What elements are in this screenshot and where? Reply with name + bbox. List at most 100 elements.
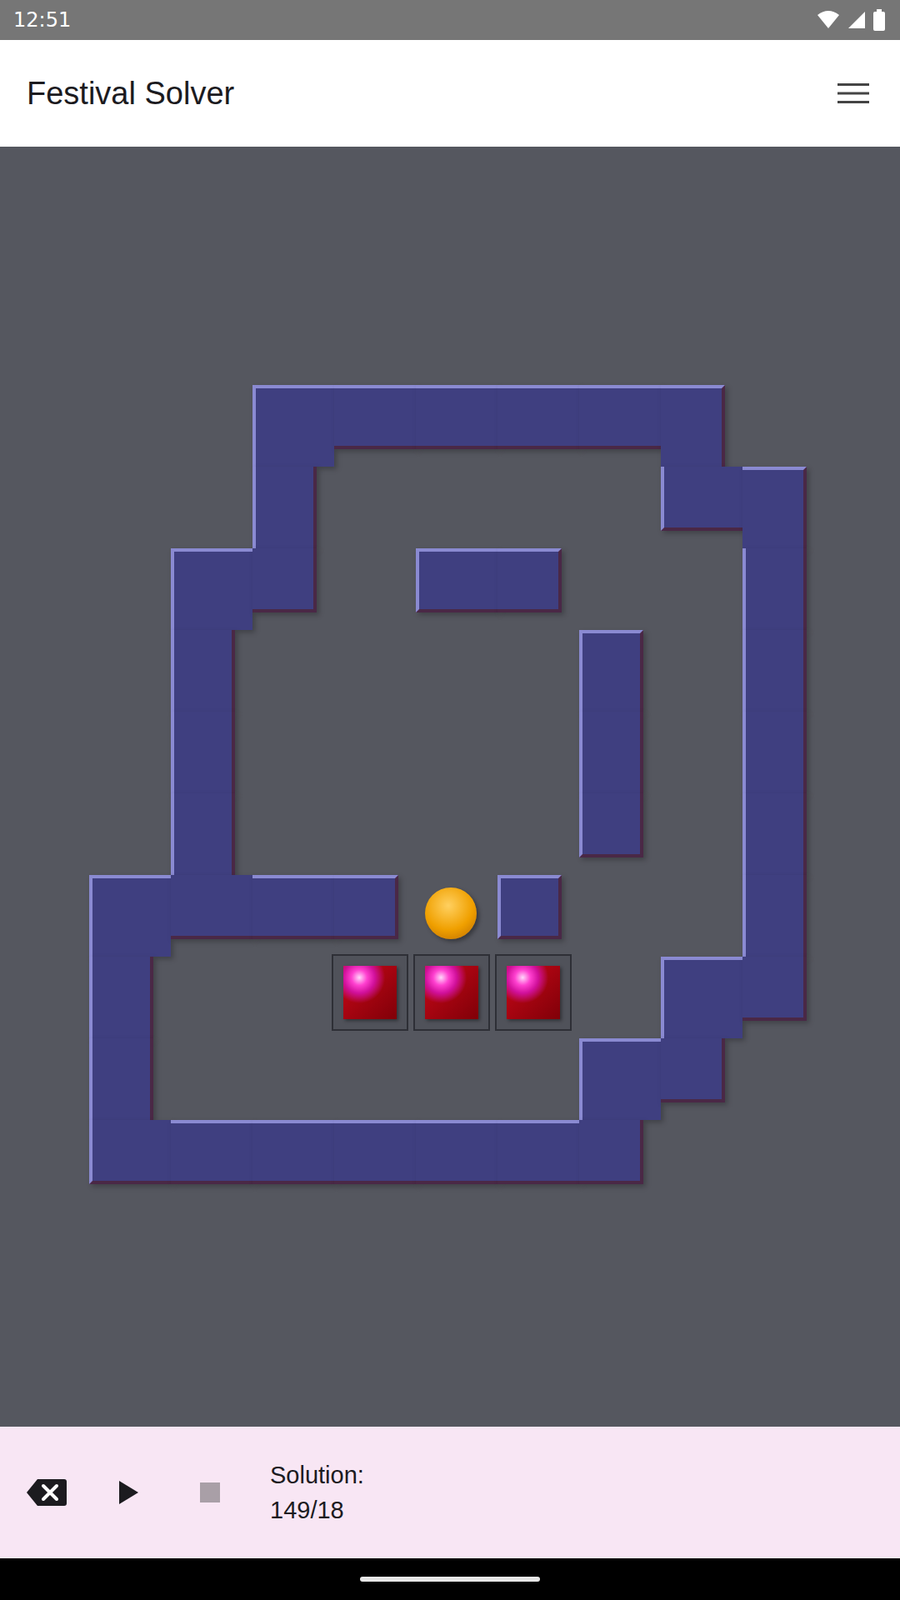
- board-cell: [740, 872, 822, 955]
- wall: [742, 875, 807, 957]
- board-cell: [86, 627, 169, 710]
- board-cell: [168, 790, 250, 873]
- wall: [252, 466, 317, 549]
- board-cell: [576, 872, 659, 955]
- box[interactable]: [343, 965, 397, 1020]
- board-cell: [495, 464, 577, 546]
- board-cell: [576, 545, 659, 628]
- board-cell: [168, 382, 250, 465]
- board-cell: [740, 545, 822, 628]
- board-cell: [331, 954, 414, 1036]
- board-cell: [495, 545, 577, 628]
- wall: [334, 1120, 416, 1185]
- wall: [170, 548, 253, 630]
- wall: [334, 385, 416, 450]
- wall: [170, 630, 235, 712]
- board-cell: [576, 790, 659, 873]
- screen: 12:51 Festival Solver Solution:149/18: [0, 0, 900, 1600]
- board-cell: [658, 464, 740, 546]
- board-cell: [5, 1117, 87, 1200]
- board-cell: [168, 954, 250, 1036]
- wall: [89, 875, 171, 957]
- status-bar: 12:51: [0, 0, 900, 40]
- wall: [497, 875, 562, 940]
- wall: [170, 793, 235, 875]
- board-cell: [413, 545, 495, 628]
- board-cell: [658, 627, 740, 710]
- board-cell: [413, 1035, 495, 1118]
- solution-value: 149/18: [270, 1492, 365, 1528]
- wall: [660, 385, 725, 467]
- wall: [89, 1038, 154, 1120]
- wall: [415, 548, 498, 613]
- board-cell: [250, 464, 332, 546]
- board-cell: [168, 464, 250, 546]
- board-cell: [250, 872, 332, 955]
- board-cell: [413, 1117, 495, 1200]
- board-cell: [495, 954, 577, 1036]
- board-cell: [576, 1117, 659, 1200]
- board-cell: [658, 1035, 740, 1118]
- board-cell: [168, 872, 250, 955]
- wall: [579, 630, 644, 712]
- wall: [415, 1120, 498, 1185]
- board-cell: [5, 1035, 87, 1118]
- status-time: 12:51: [13, 8, 71, 32]
- stop-button[interactable]: [188, 1470, 232, 1515]
- signal-icon: [846, 10, 867, 30]
- battery-icon: [873, 9, 885, 31]
- board-cell: [740, 627, 822, 710]
- board-cell: [740, 954, 822, 1036]
- board-cell: [86, 790, 169, 873]
- wall: [334, 875, 399, 940]
- board-cell: [495, 627, 577, 710]
- board-cell: [86, 709, 169, 791]
- wall: [660, 1038, 725, 1103]
- board-cell: [576, 464, 659, 546]
- wall: [742, 793, 807, 875]
- board-cell: [413, 627, 495, 710]
- wall: [252, 875, 335, 940]
- board-cell: [250, 1035, 332, 1118]
- board-cell: [168, 545, 250, 628]
- board-cell: [168, 1035, 250, 1118]
- board-cell: [413, 872, 495, 955]
- board-cell: [5, 464, 87, 546]
- wall: [252, 385, 335, 467]
- board-cell: [331, 1035, 414, 1118]
- backspace-icon: [25, 1477, 68, 1508]
- wall: [252, 548, 317, 613]
- board-cell: [331, 709, 414, 791]
- board-cell: [658, 709, 740, 791]
- wall: [579, 1038, 661, 1120]
- play-icon: [117, 1480, 140, 1505]
- board-cell: [86, 464, 169, 546]
- solution-label: Solution:: [270, 1457, 365, 1493]
- board-cell: [331, 545, 414, 628]
- menu-button[interactable]: [833, 73, 874, 114]
- stop-icon: [200, 1482, 220, 1503]
- wall: [742, 956, 807, 1021]
- backspace-button[interactable]: [25, 1470, 69, 1515]
- wall: [415, 385, 498, 450]
- board-cell: [495, 382, 577, 465]
- play-button[interactable]: [106, 1470, 150, 1515]
- board-cell: [576, 1035, 659, 1118]
- home-handle[interactable]: [360, 1576, 540, 1582]
- box[interactable]: [425, 965, 479, 1020]
- box[interactable]: [506, 965, 560, 1020]
- board-cell: [658, 1117, 740, 1200]
- player-ball[interactable]: [425, 887, 477, 940]
- board-cell: [413, 954, 495, 1036]
- app-bar: Festival Solver: [0, 40, 900, 147]
- board-cell: [576, 382, 659, 465]
- board-cell: [5, 382, 87, 465]
- bottom-bar: Solution:149/18: [0, 1426, 900, 1559]
- board-cell: [250, 627, 332, 710]
- board-cell: [658, 954, 740, 1036]
- game-board[interactable]: [5, 382, 900, 1200]
- board-cell: [658, 872, 740, 955]
- wifi-icon: [816, 10, 840, 30]
- goal-tile: [413, 954, 490, 1031]
- board-cell: [413, 464, 495, 546]
